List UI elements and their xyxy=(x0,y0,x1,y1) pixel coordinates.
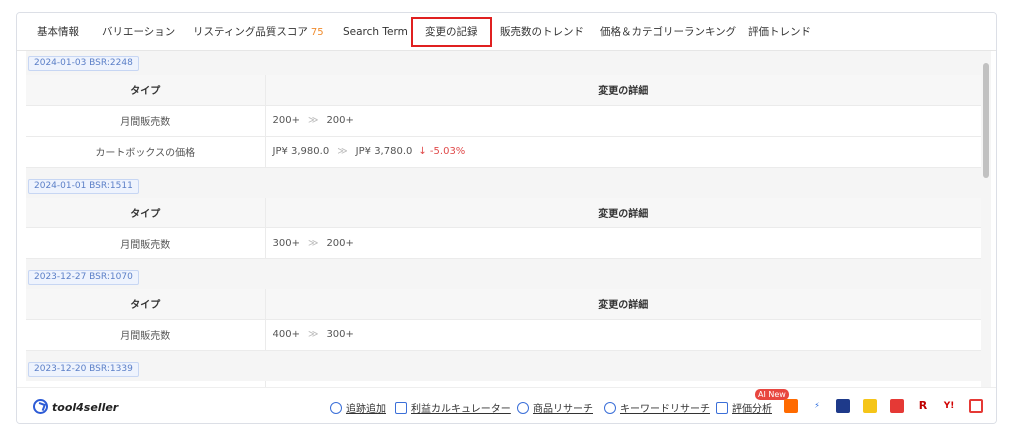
new-value: JP¥ 3,780.0 xyxy=(355,146,413,157)
logo-mark-icon xyxy=(33,399,48,414)
change-detail: 300+ ≫ 200+ xyxy=(265,227,981,259)
change-group: 2023-12-20 BSR:1339 xyxy=(26,357,981,387)
old-value: JP¥ 3,980.0 xyxy=(272,146,330,157)
new-value: 300+ xyxy=(326,329,354,340)
double-chevron-right-icon: ≫ xyxy=(307,115,319,126)
group-date-badge: 2024-01-03 BSR:2248 xyxy=(28,56,139,71)
tab-variations[interactable]: バリエーション xyxy=(102,13,175,51)
rakuten-search-app-icon[interactable] xyxy=(836,399,850,413)
change-type: 月間販売数 xyxy=(26,227,266,259)
new-value: 200+ xyxy=(326,237,354,249)
change-group: 2024-01-03 BSR:2248 タイプ 変更の詳細 月間販売数 200+… xyxy=(26,51,981,174)
change-type: 月間販売数 xyxy=(26,105,266,137)
toolbar-footer: tool4seller 追跡追加 利益カルキュレーター 商品リサーチ キーワード… xyxy=(17,387,996,423)
product-detail-panel: 基本情報 バリエーション リスティング品質スコア 75 Search Term 変… xyxy=(16,12,997,424)
tab-listing-quality-score[interactable]: リスティング品質スコア 75 xyxy=(193,13,324,51)
change-group: 2024-01-01 BSR:1511 タイプ 変更の詳細 月間販売数 300+… xyxy=(26,174,981,266)
tab-sales-trend[interactable]: 販売数のトレンド xyxy=(500,13,584,51)
double-chevron-right-icon: ≫ xyxy=(307,237,319,249)
column-header-detail: 変更の詳細 xyxy=(265,197,981,228)
tab-bar: 基本情報 バリエーション リスティング品質スコア 75 Search Term 変… xyxy=(17,13,996,51)
tab-label: リスティング品質スコア xyxy=(193,26,308,38)
change-detail: 400+ ≫ 300+ xyxy=(265,319,981,351)
alibaba-app-icon[interactable] xyxy=(784,399,798,413)
group-date-badge: 2023-12-20 BSR:1339 xyxy=(28,361,139,377)
tool-label: 追跡追加 xyxy=(346,404,386,415)
tool-label: 評価分析 xyxy=(732,404,772,415)
yahoo-app-icon[interactable]: Y! xyxy=(942,399,956,413)
group-date-badge: 2024-01-01 BSR:1511 xyxy=(28,178,139,194)
change-table: タイプ 変更の詳細 月間販売数 300+ ≫ 200+ xyxy=(26,197,981,259)
table-row: 月間販売数 400+ ≫ 300+ xyxy=(26,319,981,351)
table-row: 月間販売数 200+ ≫ 200+ xyxy=(26,105,981,137)
product-research-link[interactable]: 商品リサーチ xyxy=(517,400,593,415)
column-header-detail: 変更の詳細 xyxy=(265,289,981,320)
change-table: タイプ 変更の詳細 月間販売数 400+ ≫ 300+ xyxy=(26,289,981,351)
group-date-badge: 2023-12-27 BSR:1070 xyxy=(28,270,139,285)
old-value: 300+ xyxy=(272,237,300,249)
change-detail: 200+ ≫ 200+ xyxy=(265,105,981,137)
column-header-type: タイプ xyxy=(26,197,266,228)
change-type: カートボックスの価格 xyxy=(26,136,266,168)
new-value: 200+ xyxy=(326,115,354,126)
scrollbar-thumb[interactable] xyxy=(983,63,989,178)
review-analysis-link[interactable]: 評価分析 xyxy=(716,400,772,415)
tab-search-term[interactable]: Search Term xyxy=(343,13,408,51)
gift-app-icon[interactable] xyxy=(969,399,983,413)
logo-text: tool4seller xyxy=(52,401,119,414)
table-row: カートボックスの価格 JP¥ 3,980.0 ≫ JP¥ 3,780.0 ↓ -5.0… xyxy=(26,136,981,168)
profit-calculator-link[interactable]: 利益カルキュレーター xyxy=(395,400,511,415)
old-value: 400+ xyxy=(272,329,300,340)
tool-label: キーワードリサーチ xyxy=(620,404,710,415)
quality-score-badge: 75 xyxy=(310,27,324,38)
column-header-type: タイプ xyxy=(26,75,266,106)
old-value: 200+ xyxy=(272,115,300,126)
change-table: タイプ 変更の詳細 月間販売数 200+ ≫ 200+ カートボックスの価格 JP¥… xyxy=(26,75,981,168)
keyword-icon xyxy=(604,402,616,414)
tool-label: 利益カルキュレーター xyxy=(411,404,511,415)
ai-new-badge: AI New xyxy=(755,389,789,400)
lightning-app-icon[interactable]: ⚡ xyxy=(810,399,824,413)
yellow-app-icon[interactable] xyxy=(863,399,877,413)
tab-basic-info[interactable]: 基本情報 xyxy=(37,13,79,51)
keyword-research-link[interactable]: キーワードリサーチ xyxy=(604,400,710,415)
bell-plus-icon xyxy=(330,402,342,414)
change-detail: JP¥ 3,980.0 ≫ JP¥ 3,780.0 ↓ -5.03% xyxy=(265,136,981,168)
column-header-detail: 変更の詳細 xyxy=(265,75,981,106)
tab-rating-trend[interactable]: 評価トレンド xyxy=(748,13,811,51)
review-icon xyxy=(716,402,728,414)
red-app-icon[interactable] xyxy=(890,399,904,413)
change-group: 2023-12-27 BSR:1070 タイプ 変更の詳細 月間販売数 400+… xyxy=(26,265,981,357)
double-chevron-right-icon: ≫ xyxy=(337,146,348,157)
column-header-type: タイプ xyxy=(26,289,266,320)
table-row: 月間販売数 300+ ≫ 200+ xyxy=(26,227,981,259)
price-change-percent: ↓ -5.03% xyxy=(418,146,466,157)
vertical-scrollbar[interactable] xyxy=(981,51,991,387)
calculator-icon xyxy=(395,402,407,414)
change-history-list[interactable]: 2024-01-03 BSR:2248 タイプ 変更の詳細 月間販売数 200+… xyxy=(26,51,981,387)
change-type: 月間販売数 xyxy=(26,319,266,351)
tab-price-category-ranking[interactable]: 価格＆カテゴリーランキング xyxy=(600,13,736,51)
tab-change-history[interactable]: 変更の記録 xyxy=(411,17,492,47)
add-tracking-link[interactable]: 追跡追加 xyxy=(330,400,386,415)
double-chevron-right-icon: ≫ xyxy=(307,329,319,340)
tool4seller-logo[interactable]: tool4seller xyxy=(33,399,118,414)
target-icon xyxy=(517,402,529,414)
tool-label: 商品リサーチ xyxy=(533,404,593,415)
rakuten-r-app-icon[interactable]: R xyxy=(916,399,930,413)
